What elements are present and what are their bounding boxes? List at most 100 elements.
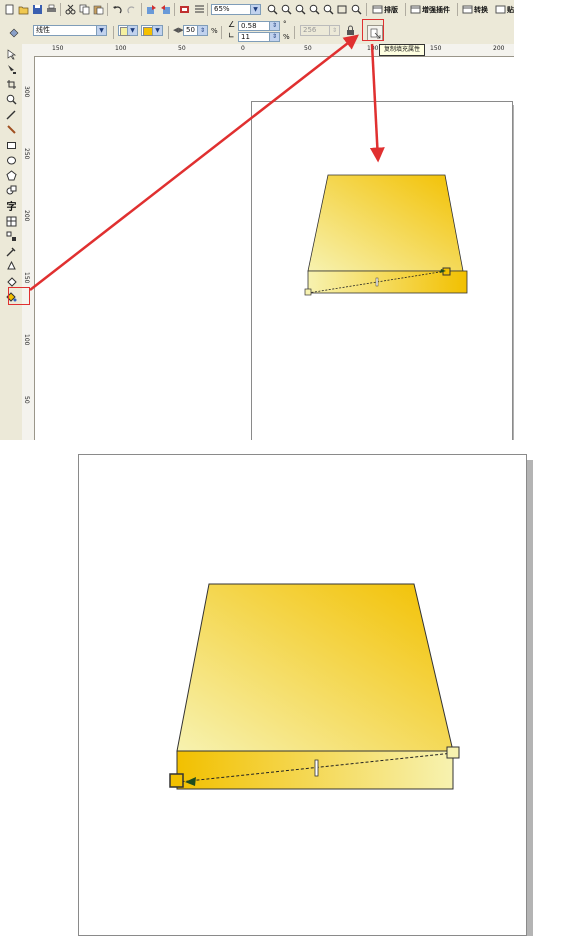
import-icon[interactable] — [145, 3, 157, 15]
ruler-h-label: 50 — [304, 45, 312, 52]
interactive-blend-tool-icon[interactable] — [5, 230, 18, 242]
ruler-h-label: 100 — [115, 45, 127, 52]
crop-tool-icon[interactable] — [5, 78, 18, 90]
midpoint-unit: % — [211, 27, 218, 35]
zoom-selected-icon[interactable] — [294, 3, 306, 15]
polygon-tool-icon[interactable] — [5, 169, 18, 181]
lock-steps-icon[interactable] — [344, 24, 356, 36]
start-color-picker[interactable]: ▼ — [118, 25, 138, 36]
angle-icon: ∠ — [228, 20, 236, 29]
print-icon[interactable] — [45, 3, 57, 15]
export-icon[interactable] — [159, 3, 171, 15]
horizontal-ruler[interactable]: 15010050050100150200250 — [22, 44, 514, 57]
zoom-width-icon[interactable] — [336, 3, 348, 15]
ruler-h-label: 0 — [241, 45, 245, 52]
vertical-ruler[interactable]: 300 250 200 150 100 50 — [22, 56, 35, 440]
midpoint-value: 50 — [186, 26, 195, 34]
gradient-vector-line[interactable] — [178, 752, 454, 783]
spin-arrows-icon: ⇕ — [329, 26, 339, 35]
ruler-h-label: 200 — [493, 45, 505, 52]
toolbox: 字 — [0, 44, 23, 440]
result-page-view — [78, 454, 527, 936]
zoom-page-icon[interactable] — [322, 3, 334, 15]
smart-fill-tool-icon[interactable] — [5, 123, 18, 135]
copy-fill-properties-tooltip: 复制填充属性 — [379, 44, 425, 56]
ruler-h-label: 100 — [367, 45, 379, 52]
midpoint-field[interactable]: 50 ⇕ — [183, 25, 208, 36]
standard-toolbar: 65% ▼ 排版 增强插件 转换 贴 — [0, 0, 514, 20]
gradient-midpoint-slider[interactable] — [314, 759, 319, 777]
ruler-v-label: 50 — [23, 396, 30, 404]
fill-presets-icon[interactable] — [7, 26, 19, 38]
paste-special-icon[interactable] — [494, 3, 506, 15]
edge-pad-field[interactable]: 11 ⇕ — [238, 32, 280, 42]
text-tool-icon[interactable]: 字 — [5, 199, 18, 213]
chevron-down-icon: ▼ — [96, 26, 106, 35]
ruler-h-label: 50 — [178, 45, 186, 52]
plugin-icon[interactable] — [409, 3, 421, 15]
open-icon[interactable] — [17, 3, 29, 15]
rectangle-tool-icon[interactable] — [5, 139, 18, 151]
zoom-all-icon[interactable] — [308, 3, 320, 15]
undo-icon[interactable] — [111, 3, 123, 15]
pick-tool-icon[interactable] — [5, 48, 18, 60]
arrange-menu-label[interactable]: 排版 — [384, 5, 398, 15]
zoom-in-icon[interactable] — [266, 3, 278, 15]
freehand-tool-icon[interactable] — [5, 108, 18, 120]
copy-icon[interactable] — [78, 3, 90, 15]
save-icon[interactable] — [31, 3, 43, 15]
angle-field[interactable]: 0.58 ⇕ — [238, 21, 280, 31]
spin-arrows-icon[interactable]: ⇕ — [269, 33, 279, 41]
eyedropper-tool-icon[interactable] — [5, 245, 18, 257]
end-color-picker[interactable]: ▼ — [141, 25, 163, 36]
paste-icon[interactable] — [92, 3, 104, 15]
result-drawing — [169, 583, 460, 790]
gradient-steps-value: 256 — [303, 26, 317, 34]
gradient-start-handle[interactable] — [169, 773, 184, 788]
welcome-screen-icon[interactable] — [193, 3, 205, 15]
convert-icon[interactable] — [461, 3, 473, 15]
zoom-out-icon[interactable] — [280, 3, 292, 15]
base-rectangle-shape[interactable] — [176, 750, 454, 790]
fill-type-dropdown[interactable]: 线性 ▼ — [33, 25, 107, 36]
outline-pen-tool-icon[interactable] — [5, 260, 18, 272]
ruler-h-label: 150 — [52, 45, 64, 52]
zoom-level-dropdown[interactable]: 65% ▼ — [211, 4, 261, 15]
chevron-down-icon: ▼ — [152, 26, 162, 35]
ruler-h-label: 150 — [430, 45, 442, 52]
spin-arrows-icon[interactable]: ⇕ — [197, 26, 207, 35]
shape-tool-icon[interactable] — [5, 63, 18, 75]
angle-unit: ° — [283, 20, 287, 28]
ruler-v-label: 250 — [23, 148, 30, 160]
convert-menu-label[interactable]: 转换 — [474, 5, 488, 15]
gradient-end-handle[interactable] — [446, 746, 460, 759]
fill-tool-icon[interactable] — [5, 275, 18, 287]
new-icon[interactable] — [3, 3, 15, 15]
redo-icon[interactable] — [125, 3, 137, 15]
zoom-level-value: 65% — [214, 5, 230, 13]
drawing-canvas[interactable] — [35, 57, 514, 440]
edge-pad-value: 11 — [241, 33, 250, 41]
zoom-height-icon[interactable] — [350, 3, 362, 15]
copy-fill-button-highlight — [362, 19, 384, 41]
paste-menu-label[interactable]: 贴 — [507, 5, 514, 15]
chevron-down-icon: ▼ — [127, 26, 137, 35]
arrange-icon[interactable] — [371, 3, 383, 15]
edge-pad-icon: ∟ — [228, 31, 235, 40]
ruler-v-label: 100 — [23, 334, 30, 346]
plugin-menu-label[interactable]: 增强插件 — [422, 5, 450, 15]
spin-arrows-icon[interactable]: ⇕ — [269, 22, 279, 30]
chevron-down-icon: ▼ — [250, 5, 260, 14]
ellipse-tool-icon[interactable] — [5, 154, 18, 166]
gradient-arrow-icon — [185, 777, 196, 786]
cut-icon[interactable] — [64, 3, 76, 15]
trapezoid-shape[interactable] — [176, 583, 454, 752]
angle-value: 0.58 — [241, 22, 257, 30]
application-launcher-icon[interactable] — [178, 3, 190, 15]
property-bar: 线性 ▼ ▼ ▼ ◀▶ 50 ⇕ % ∠ 0.58 ⇕ ° ∟ 11 ⇕ % 256 ⇕ — [0, 19, 514, 45]
ruler-v-label: 150 — [23, 272, 30, 284]
table-tool-icon[interactable] — [5, 215, 18, 227]
zoom-tool-icon[interactable] — [5, 93, 18, 105]
basic-shapes-tool-icon[interactable] — [5, 184, 18, 196]
fill-tool-highlight — [8, 287, 30, 305]
